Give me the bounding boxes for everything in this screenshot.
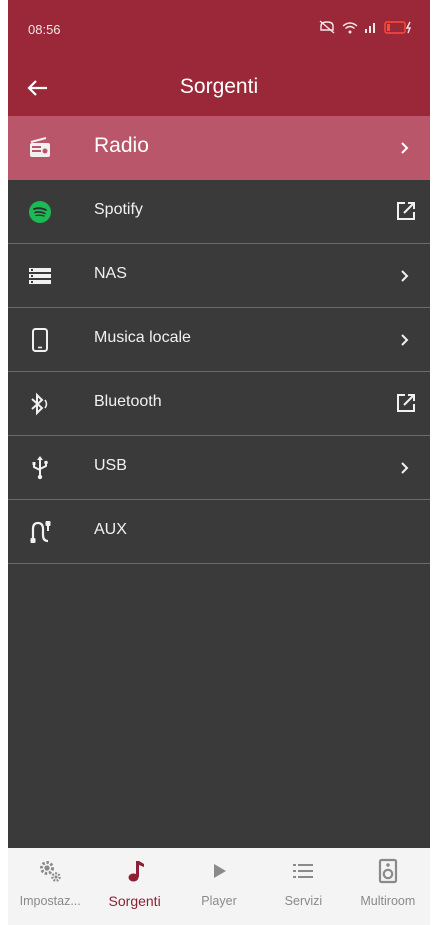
source-label-spotify: Spotify bbox=[94, 201, 143, 218]
source-item-nas[interactable]: NAS bbox=[8, 244, 430, 308]
nav-label-settings: Impostaz... bbox=[19, 894, 81, 908]
status-bar: 08:56 bbox=[8, 0, 430, 60]
source-label-radio: Radio bbox=[94, 134, 149, 157]
list-icon bbox=[293, 864, 314, 878]
bluetooth-icon bbox=[31, 392, 48, 416]
spotify-icon bbox=[29, 201, 51, 223]
chevron-right-icon bbox=[401, 270, 409, 282]
nav-item-multiroom[interactable]: Multiroom bbox=[346, 848, 430, 925]
smartphone-icon bbox=[32, 328, 48, 352]
source-item-aux[interactable]: AUX bbox=[8, 500, 430, 564]
source-label-usb: USB bbox=[94, 457, 127, 474]
signal-icon bbox=[365, 23, 375, 33]
play-icon bbox=[214, 864, 227, 878]
external-link-icon bbox=[397, 202, 415, 220]
nav-label-player: Player bbox=[201, 894, 237, 908]
battery-icon bbox=[384, 20, 412, 34]
music-note-icon bbox=[128, 861, 144, 882]
nav-label-sources: Sorgenti bbox=[108, 893, 161, 909]
phone-screen: 08:56 Sorgenti Radio Spotify NAS Musica … bbox=[8, 0, 430, 925]
source-list: Radio Spotify NAS Musica locale Bluetoot… bbox=[8, 116, 430, 564]
source-item-usb[interactable]: USB bbox=[8, 436, 430, 500]
chevron-right-icon bbox=[401, 462, 409, 474]
external-link-icon bbox=[397, 394, 415, 412]
chevron-right-icon bbox=[401, 334, 409, 346]
page-title: Sorgenti bbox=[179, 75, 259, 98]
source-label-bluetooth: Bluetooth bbox=[94, 393, 162, 410]
nav-item-settings[interactable]: Impostaz... bbox=[8, 848, 92, 925]
source-item-radio[interactable]: Radio bbox=[8, 116, 430, 180]
nav-item-sources[interactable]: Sorgenti bbox=[92, 848, 176, 925]
source-item-bluetooth[interactable]: Bluetooth bbox=[8, 372, 430, 436]
app-bar: Sorgenti bbox=[8, 60, 430, 116]
aux-icon bbox=[30, 521, 51, 543]
settings-gears-icon bbox=[40, 861, 62, 882]
nav-label-multiroom: Multiroom bbox=[360, 894, 416, 908]
bottom-navigation: Impostaz... Sorgenti Player Servizi Mult… bbox=[8, 848, 430, 925]
status-time: 08:56 bbox=[28, 22, 61, 37]
nav-item-player[interactable]: Player bbox=[177, 848, 261, 925]
usb-icon bbox=[32, 456, 48, 480]
nav-label-services: Servizi bbox=[284, 894, 323, 908]
source-label-aux: AUX bbox=[94, 521, 127, 538]
wifi-icon bbox=[342, 21, 358, 33]
mute-icon bbox=[319, 20, 335, 34]
source-label-nas: NAS bbox=[94, 265, 127, 282]
source-label-local-music: Musica locale bbox=[94, 329, 191, 346]
radio-icon bbox=[30, 137, 50, 157]
speaker-icon bbox=[378, 858, 397, 884]
chevron-right-icon bbox=[401, 142, 409, 154]
source-item-spotify[interactable]: Spotify bbox=[8, 180, 430, 244]
nas-icon bbox=[29, 268, 51, 284]
status-icons bbox=[318, 20, 414, 34]
nav-item-services[interactable]: Servizi bbox=[261, 848, 345, 925]
source-item-local-music[interactable]: Musica locale bbox=[8, 308, 430, 372]
